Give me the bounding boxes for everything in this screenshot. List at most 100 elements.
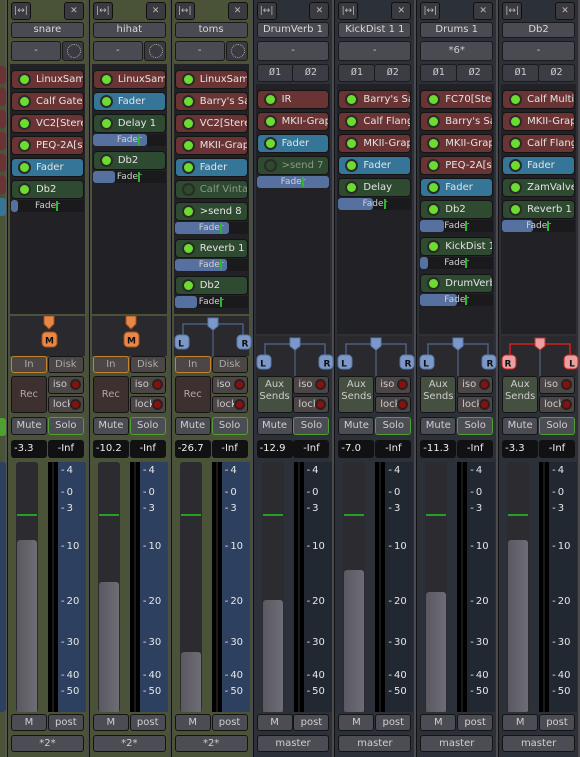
processor-plugin[interactable]: Calf MultiChorus [502, 90, 575, 109]
aux-sends-button[interactable]: Aux Sends [256, 376, 293, 413]
width-toggle-button[interactable]: |↔| [256, 2, 277, 20]
processor-plugin[interactable]: LinuxSampler [92, 70, 166, 89]
processor-active-led-icon[interactable] [511, 205, 521, 214]
input-monitor-knob[interactable] [225, 41, 248, 61]
panner-graphic[interactable]: LR [419, 336, 497, 376]
gain-display[interactable]: -3.3 [502, 440, 539, 458]
processor-box[interactable]: FC70[Stereo] Barry's Satan MKII-Graphic PEQ… [419, 84, 495, 334]
processor-active-led-icon[interactable] [347, 161, 357, 170]
send-level-fader[interactable]: Fader [10, 200, 84, 212]
solo-button[interactable]: Solo [211, 417, 248, 435]
record-enable-button[interactable]: Rec [92, 376, 129, 413]
lock-button[interactable]: lock [457, 396, 494, 413]
disk-monitor-button[interactable]: Disk [211, 356, 248, 373]
phase-invert-button-2[interactable]: Ø2 [374, 64, 412, 82]
mute-button[interactable]: Mute [420, 417, 457, 435]
hide-strip-button[interactable]: ✕ [309, 2, 330, 20]
strip-name-button[interactable]: snare [10, 22, 84, 38]
gain-fader[interactable] [261, 462, 284, 712]
meter-point-button[interactable]: post [375, 714, 412, 731]
phase-invert-button-2[interactable]: Ø2 [456, 64, 494, 82]
phase-invert-button-1[interactable]: Ø1 [420, 64, 458, 82]
processor-active-led-icon[interactable] [429, 205, 439, 214]
processor-plugin[interactable]: IR [256, 90, 330, 109]
fader-handle[interactable] [16, 539, 37, 712]
processor-send[interactable]: Db2 [420, 200, 494, 219]
disk-monitor-button[interactable]: Disk [47, 356, 84, 373]
processor-plugin[interactable]: VC2[Stereo] [174, 114, 248, 133]
mute-button[interactable]: Mute [338, 417, 375, 435]
send-level-fader[interactable]: Fader [92, 171, 166, 183]
lock-button[interactable]: lock [375, 396, 412, 413]
input-monitor-button[interactable]: In [174, 356, 211, 373]
processor-active-led-icon[interactable] [511, 161, 521, 170]
panner[interactable]: LR [173, 316, 252, 356]
input-button[interactable]: - [502, 41, 575, 61]
processor-plugin[interactable]: PEQ-2A[stereo] [420, 156, 494, 175]
panner[interactable]: M [91, 316, 167, 356]
processor-active-led-icon[interactable] [183, 75, 193, 84]
peak-display[interactable]: -Inf [539, 440, 575, 458]
panner-graphic[interactable]: LR [256, 336, 334, 376]
record-enable-button[interactable]: Rec [10, 376, 47, 413]
processor-active-led-icon[interactable] [183, 281, 193, 290]
processor-fader[interactable]: Fader [256, 134, 330, 153]
peak-display[interactable]: -Inf [129, 440, 166, 458]
input-button[interactable]: - [256, 41, 330, 61]
input-button[interactable]: - [174, 41, 225, 61]
lock-button[interactable]: lock [129, 396, 166, 413]
fader-handle[interactable] [262, 599, 283, 712]
mute-button[interactable]: Mute [10, 417, 47, 435]
gain-display[interactable]: -26.7 [174, 440, 211, 458]
width-toggle-button[interactable]: |↔| [420, 2, 441, 20]
isolate-button[interactable]: iso [293, 376, 330, 394]
input-button[interactable]: *6* [420, 41, 494, 61]
processor-send[interactable]: >send 8 [174, 202, 248, 221]
input-button[interactable]: - [338, 41, 412, 61]
processor-active-led-icon[interactable] [101, 75, 111, 84]
fader-handle[interactable] [344, 569, 365, 712]
processor-active-led-icon[interactable] [265, 117, 275, 126]
mute-button[interactable]: Mute [502, 417, 539, 435]
output-button[interactable]: master [338, 735, 412, 752]
hide-strip-button[interactable]: ✕ [473, 2, 494, 20]
processor-active-led-icon[interactable] [347, 183, 357, 192]
solo-button[interactable]: Solo [375, 417, 412, 435]
aux-sends-button[interactable]: Aux Sends [338, 376, 375, 413]
panner-graphic[interactable]: LR [337, 336, 415, 376]
processor-fader[interactable]: Fader [338, 156, 412, 175]
processor-box[interactable]: LinuxSampler Fader Delay 1 Fader Db2 Fader [91, 64, 167, 314]
isolate-button[interactable]: iso [539, 376, 575, 394]
width-toggle-button[interactable]: |↔| [92, 2, 113, 20]
processor-plugin[interactable]: Calf Flanger [338, 112, 412, 131]
gain-fader[interactable] [425, 462, 448, 712]
processor-active-led-icon[interactable] [429, 139, 439, 148]
meter-point-button[interactable]: post [47, 714, 84, 731]
strip-name-button[interactable]: toms [174, 22, 248, 38]
phase-invert-button-2[interactable]: Ø2 [292, 64, 330, 82]
input-button[interactable]: - [10, 41, 61, 61]
panner-graphic[interactable]: RL [501, 336, 579, 376]
processor-active-led-icon[interactable] [429, 95, 439, 104]
processor-send[interactable]: Delay [338, 178, 412, 197]
isolate-button[interactable]: iso [457, 376, 494, 394]
processor-send[interactable]: Calf Vintage Delay [174, 180, 248, 199]
processor-active-led-icon[interactable] [19, 185, 29, 194]
input-monitor-button[interactable]: In [92, 356, 129, 373]
solo-button[interactable]: Solo [539, 417, 575, 435]
gain-display[interactable]: -7.0 [338, 440, 375, 458]
isolate-button[interactable]: iso [129, 376, 166, 394]
processor-active-led-icon[interactable] [183, 163, 193, 172]
meter-point-button[interactable]: post [211, 714, 248, 731]
strip-name-button[interactable]: hihat [92, 22, 166, 38]
gain-display[interactable]: -12.9 [256, 440, 293, 458]
peak-display[interactable]: -Inf [211, 440, 248, 458]
processor-active-led-icon[interactable] [183, 97, 193, 106]
solo-button[interactable]: Solo [457, 417, 494, 435]
isolate-button[interactable]: iso [211, 376, 248, 394]
input-monitor-button[interactable]: In [10, 356, 47, 373]
output-button[interactable]: *2* [92, 735, 166, 752]
panner[interactable]: LR [255, 336, 334, 376]
processor-send[interactable]: KickDist 1 [420, 237, 494, 256]
lock-button[interactable]: lock [293, 396, 330, 413]
